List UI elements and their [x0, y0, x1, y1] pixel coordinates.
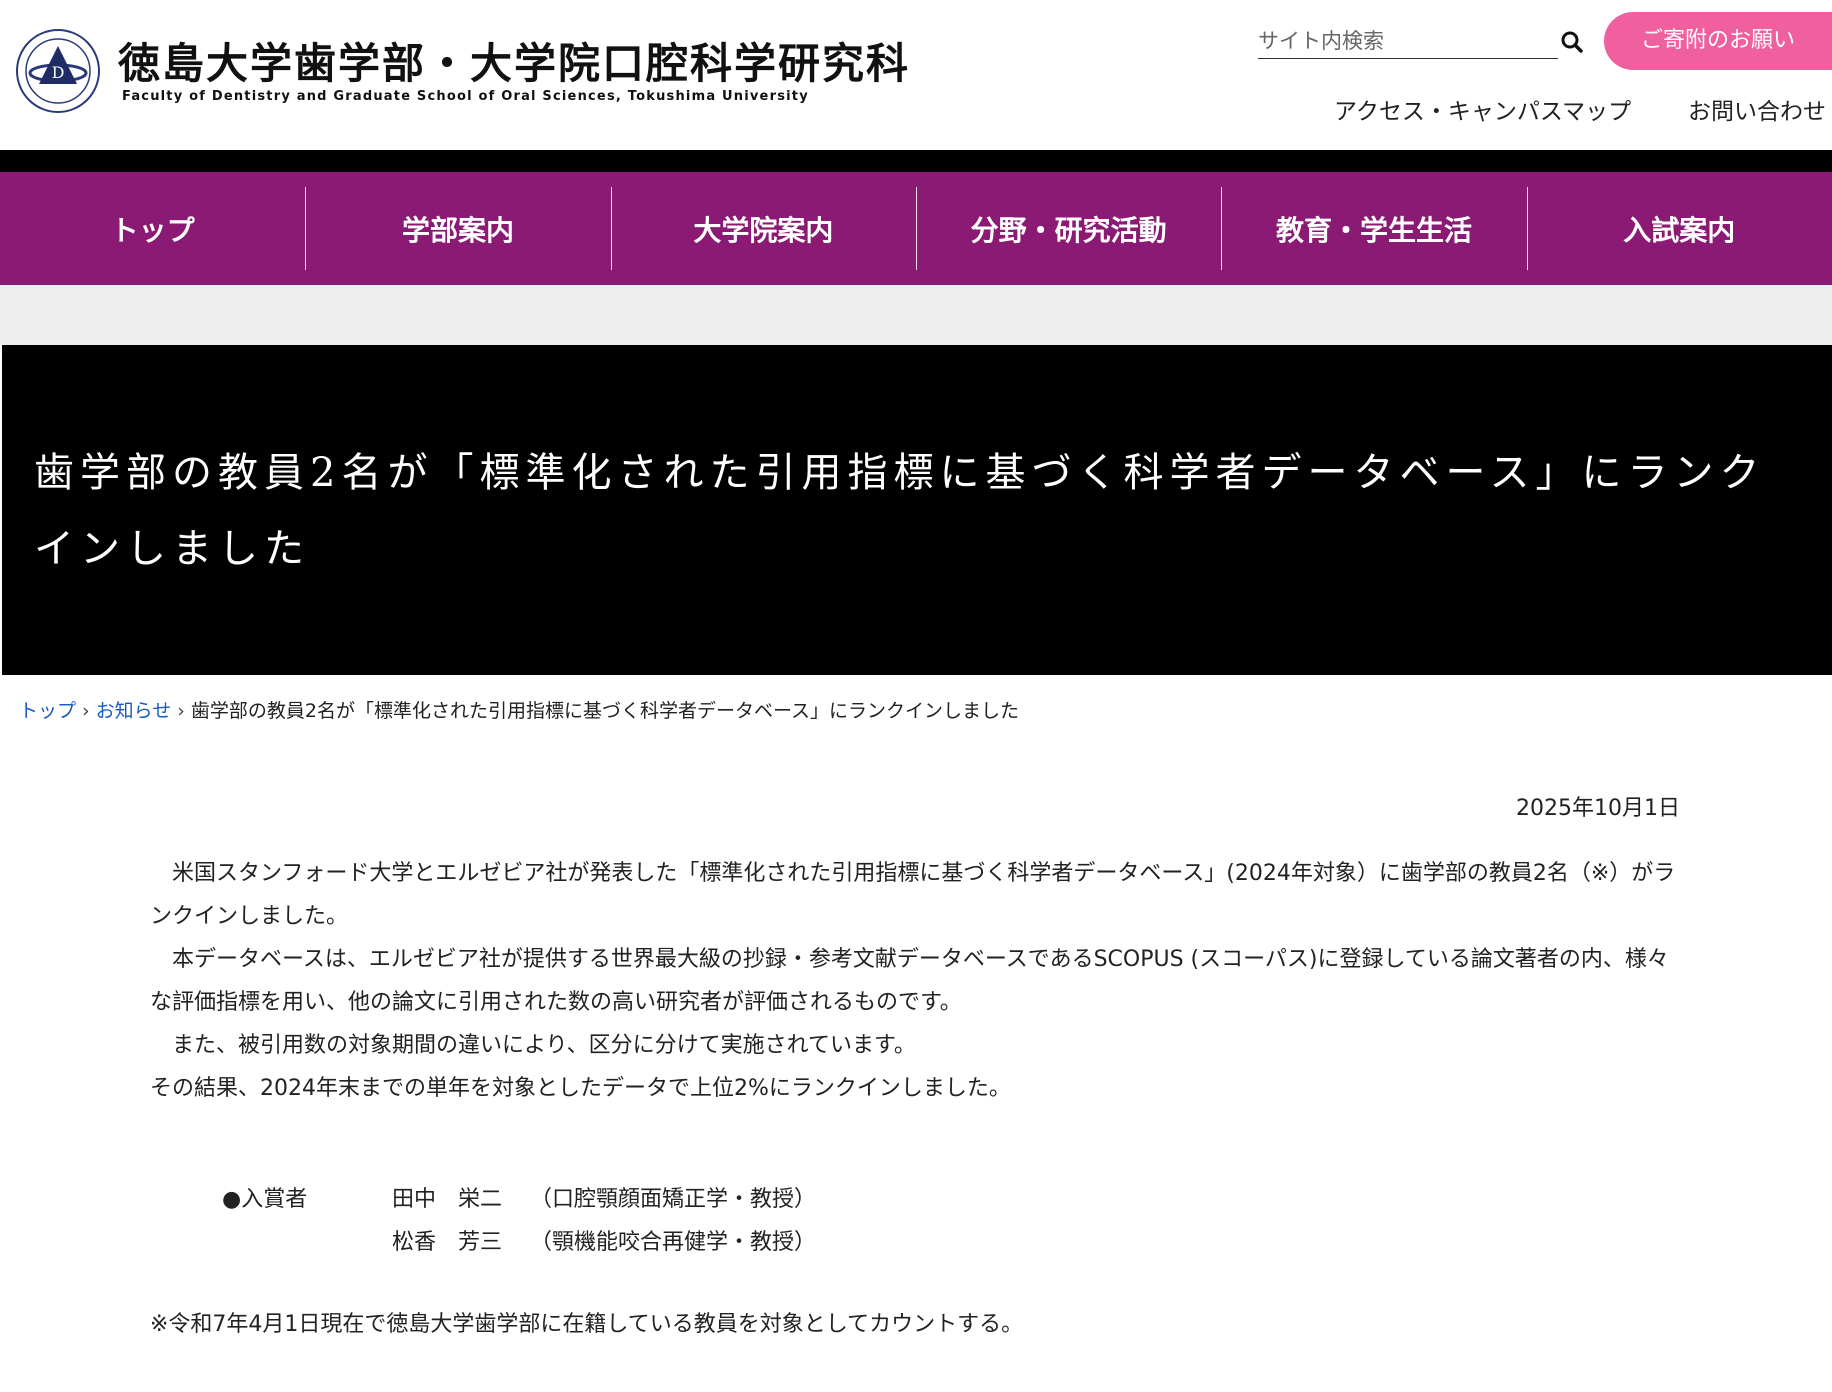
winner-name: 松香 芳三 [392, 1230, 503, 1255]
nav-item-education[interactable]: 教育・学生生活 [1221, 172, 1526, 285]
winners-label: ●入賞者 [222, 1187, 308, 1212]
article-paragraph: その結果、2024年末までの単年を対象としたデータで上位2%にランクインしました… [150, 1076, 1011, 1101]
breadcrumb-current: 歯学部の教員2名が「標準化された引用指標に基づく科学者データベース」にランクイン… [190, 700, 1020, 722]
breadcrumb-news-link[interactable]: お知らせ [96, 700, 172, 722]
nav-item-top[interactable]: トップ [0, 172, 305, 285]
contact-link[interactable]: お問い合わせ [1688, 92, 1826, 126]
svg-text:D: D [52, 63, 65, 82]
site-subtitle: Faculty of Dentistry and Graduate School… [122, 89, 809, 104]
article-footnote: ※令和7年4月1日現在で徳島大学歯学部に在籍している教員を対象としてカウントする… [150, 1312, 1024, 1337]
winner-name: 田中 栄二 [392, 1187, 503, 1212]
nav-item-research[interactable]: 分野・研究活動 [915, 172, 1221, 285]
breadcrumb-separator: › [82, 700, 90, 722]
winner-department: （口腔顎顔面矯正学・教授） [530, 1187, 817, 1212]
search-box [1258, 24, 1558, 59]
search-icon[interactable] [1560, 30, 1584, 54]
nav-item-faculty[interactable]: 学部案内 [305, 172, 610, 285]
spacer-band [0, 285, 1832, 345]
site-header: D 徳島大学歯学部・大学院口腔科学研究科 Faculty of Dentistr… [0, 0, 1832, 150]
header-divider [0, 150, 1832, 172]
article-body: 米国スタンフォード大学とエルゼビア社が発表した「標準化された引用指標に基づく科学… [150, 852, 1690, 1110]
breadcrumb-top-link[interactable]: トップ [19, 700, 76, 722]
page-title: 歯学部の教員2名が「標準化された引用指標に基づく科学者データベース」にランクイン… [34, 450, 1766, 572]
site-title[interactable]: 徳島大学歯学部・大学院口腔科学研究科 [118, 30, 910, 91]
article-paragraph: 本データベースは、エルゼビア社が提供する世界最大級の抄録・参考文献データベースで… [150, 947, 1669, 1015]
article-paragraph: 米国スタンフォード大学とエルゼビア社が発表した「標準化された引用指標に基づく科学… [150, 861, 1676, 929]
page-hero: 歯学部の教員2名が「標準化された引用指標に基づく科学者データベース」にランクイン… [2, 345, 1832, 675]
search-input[interactable] [1258, 26, 1528, 56]
donate-button[interactable]: ご寄附のお願い [1604, 12, 1832, 70]
breadcrumb-separator: › [177, 700, 185, 722]
access-map-link[interactable]: アクセス・キャンパスマップ [1334, 92, 1631, 126]
university-logo[interactable]: D [15, 28, 101, 114]
post-date: 2025年10月1日 [1516, 796, 1680, 821]
breadcrumb: トップ › お知らせ › 歯学部の教員2名が「標準化された引用指標に基づく科学者データベ… [19, 696, 1019, 723]
winner-department: （顎機能咬合再健学・教授） [530, 1230, 817, 1255]
nav-item-admission[interactable]: 入試案内 [1526, 172, 1832, 285]
article-paragraph: また、被引用数の対象期間の違いにより、区分に分けて実施されています。 [150, 1033, 916, 1058]
global-nav: トップ 学部案内 大学院案内 分野・研究活動 教育・学生生活 入試案内 [0, 172, 1832, 285]
nav-item-graduate[interactable]: 大学院案内 [610, 172, 916, 285]
